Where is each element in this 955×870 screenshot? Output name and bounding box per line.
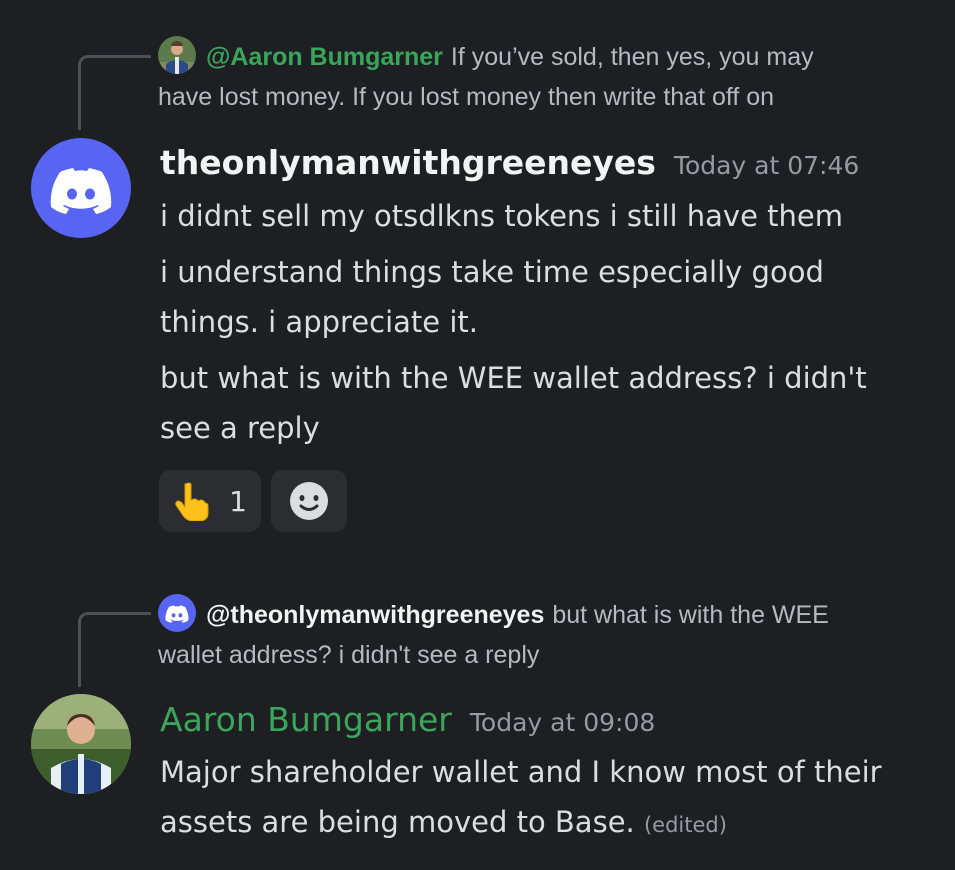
reply-preview[interactable]: @theonlymanwithgreeneyes but what is with… <box>158 594 918 675</box>
avatar-discord[interactable] <box>31 138 131 238</box>
reply-preview[interactable]: @Aaron Bumgarner If you’ve sold, then yes… <box>158 36 918 117</box>
discord-logo-icon <box>165 605 189 623</box>
reply-mention[interactable]: @theonlymanwithgreeneyes <box>206 601 544 629</box>
reply-preview-text: If you’ve sold, then yes, you may <box>450 43 814 71</box>
message-body: Major shareholder wallet and I know most… <box>160 755 882 839</box>
discord-logo-icon <box>50 168 112 214</box>
reply-preview-text-2: wallet address? i didn't see a reply <box>158 641 540 669</box>
add-reaction-button[interactable] <box>271 470 347 532</box>
message-text: Major shareholder wallet and I know most… <box>160 747 920 850</box>
pointing-finger-icon <box>175 482 209 521</box>
reaction-count: 1 <box>229 484 247 518</box>
timestamp: Today at 09:08 <box>469 708 656 737</box>
message-header: Aaron Bumgarner Today at 09:08 <box>160 700 655 739</box>
reaction-pointing-finger[interactable]: 1 <box>159 470 261 532</box>
user-photo-icon <box>31 694 131 794</box>
avatar-aaron[interactable] <box>31 694 131 794</box>
reply-spine <box>78 55 151 130</box>
reply-avatar[interactable] <box>158 36 196 74</box>
message-line-2: i understand things take time especially… <box>160 255 824 339</box>
reply-avatar[interactable] <box>158 594 196 632</box>
username[interactable]: theonlymanwithgreeneyes <box>160 143 656 182</box>
message-line-3: but what is with the WEE wallet address?… <box>160 361 867 445</box>
username[interactable]: Aaron Bumgarner <box>160 700 452 739</box>
reply-preview-text: but what is with the WEE <box>552 601 829 629</box>
message-header: theonlymanwithgreeneyes Today at 07:46 <box>160 143 859 182</box>
reply-mention[interactable]: @Aaron Bumgarner <box>206 43 443 71</box>
smiley-icon <box>290 482 328 520</box>
message-line-1: i didnt sell my otsdlkns tokens i still … <box>160 199 844 233</box>
timestamp: Today at 07:46 <box>673 151 860 180</box>
reply-preview-text-2: have lost money. If you lost money then … <box>158 83 775 111</box>
reply-spine <box>78 612 151 687</box>
edited-label: (edited) <box>643 813 727 837</box>
message-2: @theonlymanwithgreeneyes but what is with… <box>0 560 955 870</box>
message-1: @Aaron Bumgarner If you’ve sold, then yes… <box>0 0 955 560</box>
